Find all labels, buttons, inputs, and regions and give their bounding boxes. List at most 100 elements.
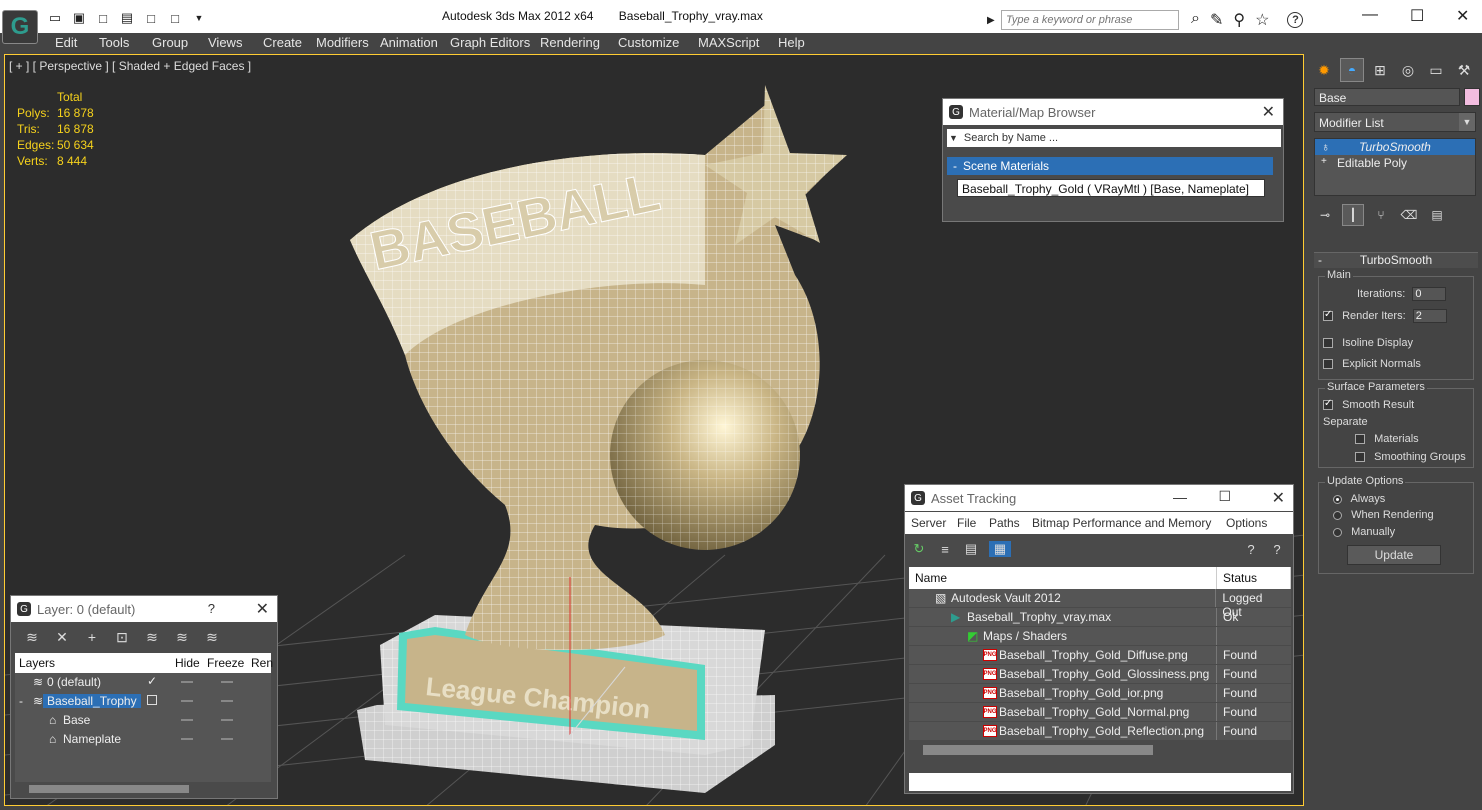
refresh-icon[interactable]: ↻: [911, 541, 927, 557]
close-icon[interactable]: ✕: [1456, 6, 1469, 26]
menu-create[interactable]: Create: [263, 35, 302, 50]
menu-group[interactable]: Group: [152, 35, 188, 50]
table-row[interactable]: ▧ Autodesk Vault 2012 Logged Out: [909, 589, 1291, 619]
layer-row[interactable]: - ≋ Baseball_Trophy: [15, 692, 271, 711]
layer-row[interactable]: ≋ 0 (default) ✓: [15, 673, 271, 692]
freeze-toggle[interactable]: [221, 700, 233, 702]
scene-materials-group[interactable]: - Scene Materials: [947, 157, 1273, 175]
table-row[interactable]: PNG Baseball_Trophy_Gold_Reflection.png F…: [909, 722, 1291, 741]
minimize-icon[interactable]: —: [1173, 489, 1187, 505]
select-objects-icon[interactable]: ⊡: [113, 628, 131, 646]
column-freeze[interactable]: Freeze: [207, 656, 244, 670]
menu-edit[interactable]: Edit: [55, 35, 77, 50]
column-render[interactable]: Ren: [251, 656, 273, 670]
communication-icon[interactable]: ⚲: [1233, 10, 1245, 30]
make-unique-icon[interactable]: ⑂: [1370, 204, 1392, 226]
subscription-icon[interactable]: ✎: [1210, 10, 1223, 30]
create-tab-icon[interactable]: ✹: [1312, 58, 1336, 82]
scrollbar-thumb[interactable]: [923, 745, 1153, 755]
freeze-toggle[interactable]: [221, 719, 233, 721]
table-row[interactable]: ▶ Baseball_Trophy_vray.max Ok: [909, 608, 1291, 627]
help-icon[interactable]: ?: [1243, 541, 1259, 557]
at-menu-options[interactable]: Options: [1226, 516, 1267, 530]
layer-manager-title-bar[interactable]: G Layer: 0 (default) ? ✕: [11, 596, 277, 622]
column-hide[interactable]: Hide: [175, 656, 200, 670]
asset-tracking-title-bar[interactable]: G Asset Tracking — ☐ ✕: [905, 485, 1293, 511]
table-view-icon[interactable]: ▦: [989, 541, 1011, 557]
project-icon[interactable]: ▤: [118, 9, 136, 27]
scrollbar-thumb[interactable]: [29, 785, 189, 793]
undo-icon[interactable]: □: [142, 9, 160, 27]
object-name-field[interactable]: Base: [1314, 88, 1460, 106]
save-icon[interactable]: ▣: [70, 9, 88, 27]
modify-tab-icon[interactable]: ◓: [1340, 58, 1364, 82]
collapse-icon[interactable]: -: [953, 159, 957, 173]
horizontal-scrollbar[interactable]: [909, 741, 1291, 759]
material-search-field[interactable]: ▼ Search by Name ...: [947, 129, 1281, 147]
freeze-toggle[interactable]: [221, 738, 233, 740]
active-layer-check-icon[interactable]: ✓: [147, 674, 157, 688]
viewport-label[interactable]: [ + ] [ Perspective ] [ Shaded + Edged F…: [9, 59, 251, 73]
menu-modifiers[interactable]: Modifiers: [316, 35, 369, 50]
hide-toggle[interactable]: [181, 719, 193, 721]
isoline-checkbox[interactable]: [1323, 338, 1333, 349]
stack-item-turbosmooth[interactable]: ♁ TurboSmooth: [1315, 139, 1475, 155]
update-button[interactable]: Update: [1347, 545, 1441, 565]
path-field[interactable]: [909, 773, 1291, 791]
open-folder-icon[interactable]: ▭: [46, 9, 64, 27]
object-color-swatch[interactable]: [1464, 88, 1480, 106]
table-row[interactable]: PNG Baseball_Trophy_Gold_Glossiness.png F…: [909, 665, 1291, 684]
table-row[interactable]: PNG Baseball_Trophy_Gold_ior.png Found: [909, 684, 1291, 703]
freeze-all-icon[interactable]: ≋: [203, 628, 221, 646]
menu-rendering[interactable]: Rendering: [540, 35, 600, 50]
at-menu-server[interactable]: Server: [911, 516, 946, 530]
configure-sets-icon[interactable]: ▤: [1426, 204, 1448, 226]
new-file-icon[interactable]: □: [94, 9, 112, 27]
create-layer-icon[interactable]: ≋: [23, 628, 41, 646]
delete-layer-icon[interactable]: ✕: [53, 628, 71, 646]
chevron-down-icon[interactable]: ▼: [1459, 113, 1475, 131]
display-tab-icon[interactable]: ▭: [1424, 58, 1448, 82]
context-help-icon[interactable]: ?: [1269, 541, 1285, 557]
binoculars-icon[interactable]: ⌕: [1191, 10, 1200, 30]
at-menu-bitmap-performance[interactable]: Bitmap Performance and Memory: [1032, 516, 1211, 530]
menu-graph-editors[interactable]: Graph Editors: [450, 35, 530, 50]
list-view-icon[interactable]: ≡: [937, 541, 953, 557]
expand-arrow-icon[interactable]: ▶: [987, 10, 997, 30]
material-browser-title-bar[interactable]: G Material/Map Browser ✕: [943, 99, 1283, 125]
hide-all-icon[interactable]: ≋: [173, 628, 191, 646]
collapse-icon[interactable]: -: [1318, 253, 1322, 267]
set-active-box[interactable]: [147, 695, 157, 705]
thumbnail-view-icon[interactable]: ▤: [963, 541, 979, 557]
utilities-tab-icon[interactable]: ⚒: [1452, 58, 1476, 82]
minimize-icon[interactable]: —: [1362, 6, 1378, 24]
hide-toggle[interactable]: [181, 681, 193, 683]
collapse-icon[interactable]: -: [19, 694, 23, 708]
at-menu-file[interactable]: File: [957, 516, 976, 530]
lightbulb-icon[interactable]: ♁: [1321, 140, 1330, 154]
close-icon[interactable]: ✕: [1272, 488, 1285, 508]
close-icon[interactable]: ✕: [256, 599, 269, 619]
render-iters-spinner[interactable]: 2: [1412, 309, 1447, 323]
explicit-normals-checkbox[interactable]: [1323, 359, 1333, 370]
show-end-result-icon[interactable]: ┃: [1342, 204, 1364, 226]
menu-animation[interactable]: Animation: [380, 35, 438, 50]
smoothing-groups-checkbox[interactable]: [1355, 452, 1365, 463]
motion-tab-icon[interactable]: ◎: [1396, 58, 1420, 82]
redo-icon[interactable]: □: [166, 9, 184, 27]
maximize-icon[interactable]: ☐: [1410, 6, 1424, 26]
favorites-star-icon[interactable]: ☆: [1255, 10, 1269, 30]
table-row[interactable]: PNG Baseball_Trophy_Gold_Normal.png Found: [909, 703, 1291, 722]
stack-item-editable-poly[interactable]: + Editable Poly: [1315, 155, 1475, 171]
always-radio[interactable]: [1333, 494, 1342, 504]
maximize-icon[interactable]: ☐: [1218, 488, 1231, 505]
smooth-result-checkbox[interactable]: [1323, 398, 1333, 411]
keyword-search-input[interactable]: [1001, 10, 1179, 30]
material-item[interactable]: Baseball_Trophy_Gold ( VRayMtl ) [Base, …: [957, 179, 1265, 197]
remove-modifier-icon[interactable]: ⌫: [1398, 204, 1420, 226]
render-iters-checkbox[interactable]: [1323, 309, 1333, 321]
application-button[interactable]: G: [2, 10, 38, 44]
column-name[interactable]: Name: [909, 567, 1217, 589]
menu-customize[interactable]: Customize: [618, 35, 679, 50]
hierarchy-tab-icon[interactable]: ⊞: [1368, 58, 1392, 82]
